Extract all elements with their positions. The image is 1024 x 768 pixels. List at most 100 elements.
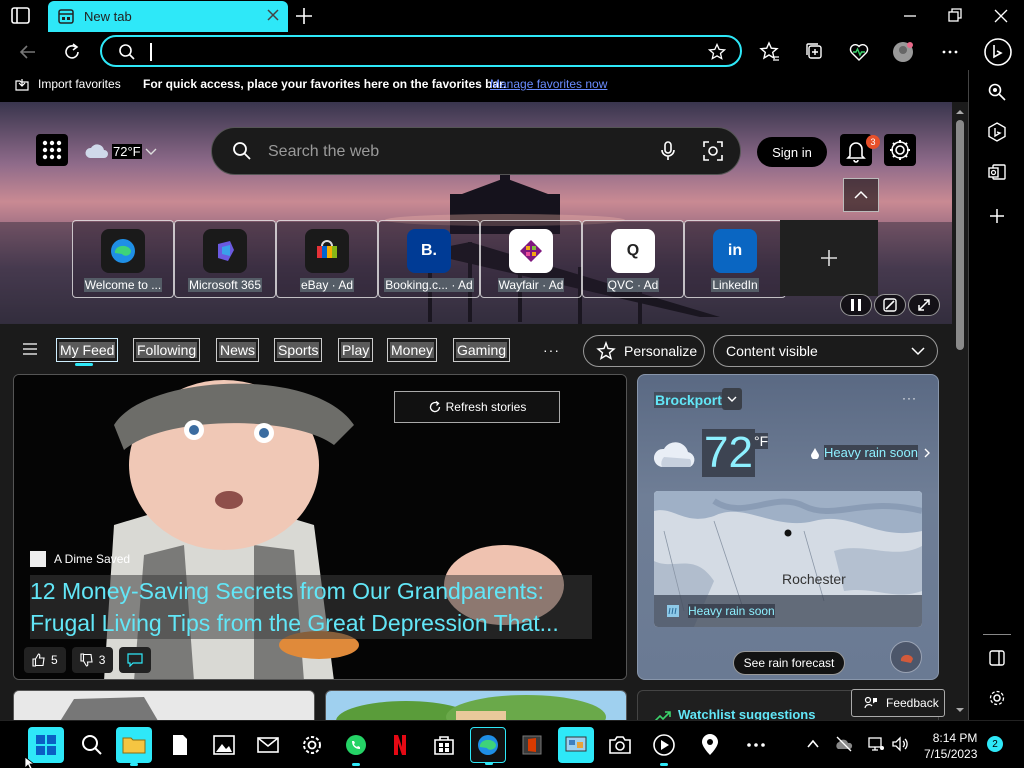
add-quick-link-button[interactable] [780,220,878,296]
expand-background-button[interactable] [908,294,940,316]
tab-play[interactable]: Play [338,338,374,362]
notepad-button[interactable] [162,727,198,763]
minimize-icon[interactable] [900,6,920,26]
address-bar[interactable] [100,35,742,67]
like-button[interactable]: 5 [24,647,66,673]
outlook-icon[interactable] [987,162,1007,182]
more-tabs-button[interactable]: ··· [543,342,560,358]
see-rain-forecast-button[interactable]: See rain forecast [733,651,845,675]
weather-more-options[interactable]: ··· [902,391,917,405]
page-settings-button[interactable] [884,134,916,166]
story-card[interactable] [325,690,627,720]
media-player-button[interactable] [646,727,682,766]
menu-icon[interactable] [22,342,38,356]
scrollbar-thumb[interactable] [956,120,964,350]
tab-my-feed[interactable]: My Feed [56,338,119,366]
back-icon[interactable] [17,41,39,63]
scroll-down-arrow-icon[interactable] [952,704,968,716]
onedrive-icon[interactable] [835,735,853,753]
tab-news[interactable]: News [216,338,260,362]
tab-actions-icon[interactable] [10,6,32,26]
tab-following[interactable]: Following [133,338,201,362]
scroll-up-arrow-icon[interactable] [952,106,968,118]
notification-center-badge[interactable]: 2 [987,736,1003,752]
taskbar-search-button[interactable] [74,727,110,763]
close-tab-icon[interactable] [266,8,280,22]
add-favorite-icon[interactable] [708,43,726,61]
new-tab-icon[interactable] [294,6,314,26]
manage-favorites-link[interactable]: Manage favorites now [490,77,607,91]
dislike-button[interactable]: 3 [71,647,114,673]
microsoft-store-button[interactable] [426,727,462,763]
sidebar-settings-icon[interactable] [987,688,1007,708]
collections-icon[interactable] [804,41,826,63]
weather-radar-map[interactable]: Rochester Heavy rain soon [654,491,922,627]
quick-link-tile[interactable]: Welcome to ... [72,220,174,298]
control-panel-button[interactable] [558,727,594,763]
feedback-button[interactable]: Feedback [851,689,945,717]
mail-button[interactable] [250,727,286,763]
maps-button[interactable] [692,727,728,763]
refresh-stories-button[interactable]: Refresh stories [394,391,560,423]
settings-and-more-icon[interactable] [939,41,961,63]
netflix-button[interactable] [382,727,418,763]
pause-background-button[interactable] [840,294,872,316]
active-tab[interactable]: New tab [48,1,288,32]
photos-button[interactable] [206,727,242,763]
volume-icon[interactable] [891,735,909,753]
weather-alert[interactable]: Heavy rain soon [810,445,932,460]
story-headline[interactable]: 12 Money-Saving Secrets from Our Grandpa… [30,575,592,639]
tab-money[interactable]: Money [387,338,438,362]
web-search-box[interactable]: Search the web [211,127,741,175]
show-hidden-icons-chevron-icon[interactable] [804,735,822,753]
weather-location[interactable]: Brockport [654,392,723,408]
collapse-quick-links-button[interactable] [843,178,879,212]
location-dropdown-button[interactable] [722,388,742,410]
search-sidebar-icon[interactable] [987,82,1007,102]
apps-launcher-button[interactable] [36,134,68,166]
sign-in-button[interactable]: Sign in [757,137,827,167]
weather-summary-button[interactable]: 72°F [84,142,158,160]
refresh-icon[interactable] [61,41,83,63]
tab-sports[interactable]: Sports [274,338,323,362]
tab-gaming[interactable]: Gaming [453,338,511,362]
customize-background-button[interactable] [874,294,906,316]
notifications-button[interactable]: 3 [840,134,880,166]
top-story-card[interactable]: Refresh stories A Dime Saved 12 Money-Sa… [13,374,627,680]
quick-link-tile[interactable]: Microsoft 365 [174,220,276,298]
browser-essentials-icon[interactable] [848,41,870,63]
edge-taskbar-button[interactable] [470,727,506,765]
quick-link-tile[interactable]: eBay · Ad [276,220,378,298]
clock-time: 8:14 PM [932,731,978,745]
comment-button[interactable] [119,647,152,673]
settings-app-button[interactable] [294,727,330,763]
add-sidebar-app-icon[interactable] [987,206,1007,226]
quick-link-tile[interactable]: B. Booking.c... · Ad [378,220,480,298]
weather-card[interactable]: Brockport ··· 72 °F Heavy rain soon Roch… [637,374,939,680]
favorites-icon[interactable] [759,41,781,63]
bing-icon[interactable] [987,122,1007,142]
file-explorer-button[interactable] [116,727,152,766]
office-button[interactable] [514,727,550,763]
network-icon[interactable] [867,735,885,753]
hide-sidebar-icon[interactable] [987,648,1007,668]
quick-link-tile[interactable]: Wayfair · Ad [480,220,582,298]
content-visibility-dropdown[interactable]: Content visible [713,335,938,367]
visual-search-icon[interactable] [702,140,724,162]
page-scrollbar[interactable] [952,102,968,720]
microphone-icon[interactable] [658,140,678,162]
camera-button[interactable] [602,727,638,763]
system-clock[interactable]: 8:14 PM 7/15/2023 [924,730,977,762]
close-window-icon[interactable] [991,6,1011,26]
more-taskbar-apps-button[interactable] [738,727,774,763]
personalize-button[interactable]: Personalize [583,335,705,367]
quick-link-tile[interactable]: Q QVC · Ad [582,220,684,298]
weather-assistant-avatar[interactable] [890,641,922,673]
whatsapp-button[interactable] [338,727,374,766]
restore-icon[interactable] [945,6,965,26]
quick-link-tile[interactable]: in LinkedIn [684,220,786,298]
import-favorites-button[interactable]: Import favorites [14,76,121,92]
profile-icon[interactable] [892,41,914,63]
story-card[interactable] [13,690,315,720]
bing-chat-icon[interactable] [983,37,1013,67]
